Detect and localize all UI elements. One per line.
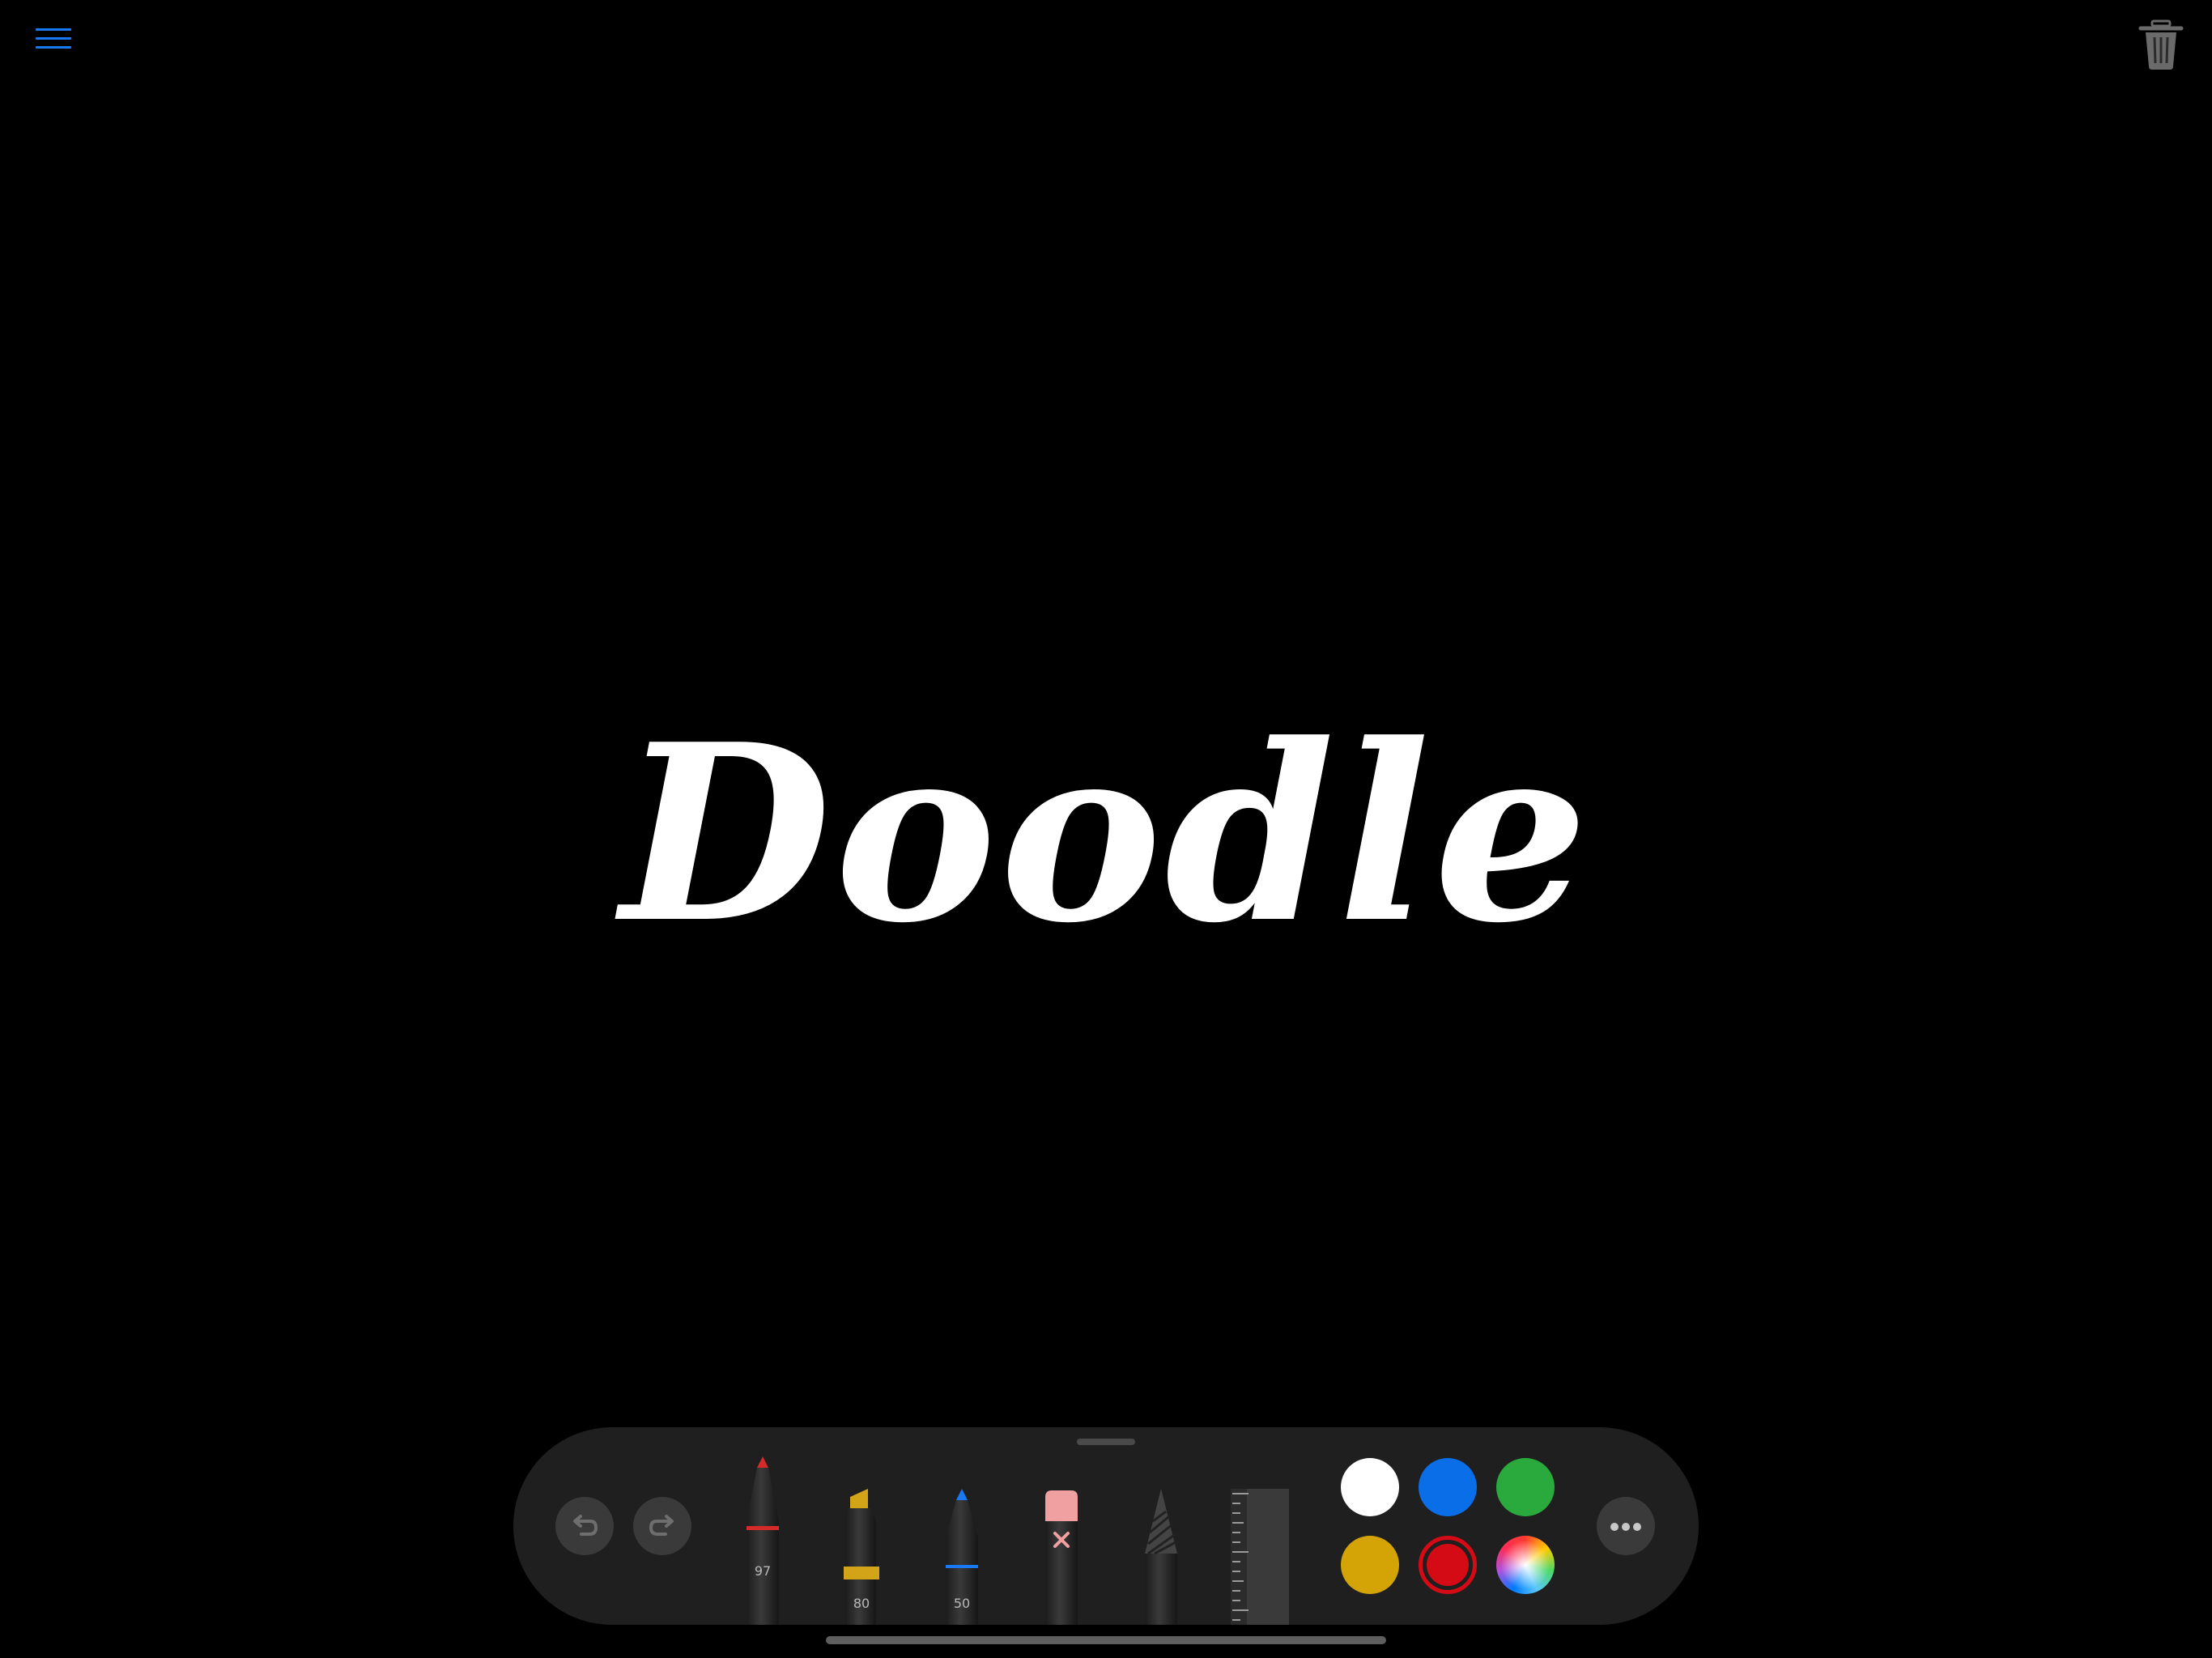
eraser-tool[interactable] bbox=[1043, 1489, 1080, 1625]
undo-icon bbox=[573, 1515, 598, 1536]
undo-button[interactable] bbox=[555, 1497, 614, 1555]
redo-button[interactable] bbox=[633, 1497, 691, 1555]
palette-grabber[interactable] bbox=[1077, 1439, 1135, 1445]
color-swatch-white[interactable] bbox=[1341, 1458, 1399, 1516]
redo-icon bbox=[649, 1515, 674, 1536]
marker-tool[interactable]: 80 bbox=[842, 1489, 881, 1625]
marker-size-label: 80 bbox=[853, 1596, 870, 1611]
pencil-tool[interactable]: 50 bbox=[942, 1489, 981, 1625]
tool-palette[interactable]: 97 80 50 bbox=[513, 1427, 1699, 1625]
drawing-canvas[interactable]: Doodle 97 80 50 bbox=[0, 0, 2212, 1658]
color-picker-swatch[interactable] bbox=[1496, 1536, 1555, 1594]
selected-color-fill bbox=[1427, 1544, 1469, 1586]
color-swatch-red[interactable] bbox=[1419, 1536, 1477, 1594]
ruler-icon bbox=[1231, 1489, 1289, 1625]
doodle-title: Doodle bbox=[620, 691, 1592, 976]
color-swatch-blue[interactable] bbox=[1419, 1458, 1477, 1516]
color-swatch-yellow[interactable] bbox=[1341, 1536, 1399, 1594]
lasso-icon bbox=[1145, 1489, 1177, 1625]
color-swatch-green[interactable] bbox=[1496, 1458, 1555, 1516]
pen-size-label: 97 bbox=[754, 1563, 772, 1579]
pen-icon bbox=[747, 1456, 779, 1625]
pen-tool[interactable]: 97 bbox=[743, 1456, 782, 1625]
more-button[interactable] bbox=[1597, 1497, 1655, 1555]
lasso-tool[interactable] bbox=[1142, 1489, 1180, 1625]
eraser-icon bbox=[1045, 1490, 1078, 1625]
menu-button[interactable] bbox=[23, 21, 87, 57]
trash-icon bbox=[2138, 19, 2184, 70]
ruler-tool[interactable] bbox=[1231, 1489, 1289, 1625]
trash-button[interactable] bbox=[2129, 13, 2194, 78]
pencil-size-label: 50 bbox=[953, 1596, 971, 1611]
home-indicator[interactable] bbox=[826, 1636, 1386, 1644]
